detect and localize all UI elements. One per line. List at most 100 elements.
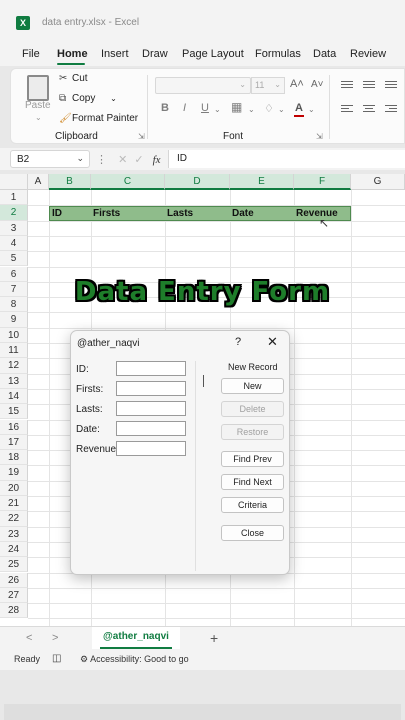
row-header-14[interactable]: 14 [0, 388, 28, 405]
borders-icon[interactable]: ▦ [231, 100, 242, 114]
tab-draw[interactable]: Draw [142, 48, 168, 60]
cut-label: Cut [72, 73, 88, 84]
row-header-24[interactable]: 24 [0, 541, 28, 558]
font-color-swatch [294, 115, 304, 117]
font-size-dropdown[interactable]: 11 ⌄ [251, 77, 285, 94]
row-header-19[interactable]: 19 [0, 465, 28, 481]
sheet-tab-active[interactable]: @ather_naqvi [92, 627, 180, 649]
header-cell-firsts[interactable]: Firsts [93, 208, 120, 219]
close-button[interactable]: Close [221, 525, 284, 541]
row-header-12[interactable]: 12 [0, 358, 28, 374]
row-header-26[interactable]: 26 [0, 572, 28, 588]
tab-insert[interactable]: Insert [101, 48, 129, 60]
chevron-down-icon[interactable]: ⌄ [248, 105, 255, 114]
delete-button[interactable]: Delete [221, 401, 284, 417]
row-header-4[interactable]: 4 [0, 235, 28, 252]
header-cell-date[interactable]: Date [232, 208, 254, 219]
copy-button[interactable]: ⧉ Copy ⌄ [59, 93, 117, 104]
row-header-3[interactable]: 3 [0, 220, 28, 236]
column-header-g[interactable]: G [351, 174, 405, 190]
column-header-e[interactable]: E [230, 174, 294, 190]
help-button[interactable]: ? [235, 336, 241, 348]
tab-home[interactable]: Home [57, 48, 88, 60]
chevron-down-icon[interactable]: ⌄ [76, 153, 84, 164]
row-header-5[interactable]: 5 [0, 251, 28, 267]
criteria-button[interactable]: Criteria [221, 497, 284, 513]
next-sheet-icon[interactable]: > [52, 632, 58, 644]
row-header-16[interactable]: 16 [0, 419, 28, 435]
format-painter-button[interactable]: 🖌Format Painter [59, 113, 138, 124]
bold-button[interactable]: B [161, 102, 169, 114]
tab-file[interactable]: File [22, 48, 40, 60]
italic-button[interactable]: I [183, 102, 186, 114]
cancel-icon[interactable]: ✕ [118, 154, 127, 166]
tab-data[interactable]: Data [313, 48, 336, 60]
prev-sheet-icon[interactable]: < [26, 632, 32, 644]
row-header-23[interactable]: 23 [0, 526, 28, 542]
row-header-2[interactable]: 2 [0, 205, 28, 221]
record-scrollbar[interactable] [203, 375, 204, 387]
chevron-down-icon[interactable]: ⌄ [35, 113, 42, 122]
cut-button[interactable]: ✂ Cut [59, 73, 88, 84]
formula-input[interactable]: ID [168, 150, 405, 168]
column-header-f[interactable]: F [294, 174, 351, 190]
row-header-28[interactable]: 28 [0, 603, 28, 619]
grow-font-button[interactable]: A˄ [290, 78, 304, 90]
font-color-button[interactable]: A [295, 102, 303, 114]
tab-formulas[interactable]: Formulas [255, 48, 301, 60]
row-header-15[interactable]: 15 [0, 404, 28, 420]
column-header-b[interactable]: B [49, 174, 91, 190]
field-input-date[interactable] [116, 421, 186, 436]
row-header-21[interactable]: 21 [0, 496, 28, 512]
find-next-button[interactable]: Find Next [221, 474, 284, 490]
find-prev-button[interactable]: Find Prev [221, 451, 284, 467]
row-header-11[interactable]: 11 [0, 343, 28, 359]
field-input-lasts[interactable] [116, 401, 186, 416]
field-input-id[interactable] [116, 361, 186, 376]
row-header-13[interactable]: 13 [0, 373, 28, 389]
accessibility-status[interactable]: ⚙ Accessibility: Good to go [80, 654, 189, 665]
row-header-1[interactable]: 1 [0, 190, 28, 206]
sheet-tab-bar: < > @ather_naqvi + [0, 626, 405, 650]
shrink-font-button[interactable]: A˅ [311, 79, 324, 90]
field-input-firsts[interactable] [116, 381, 186, 396]
fill-color-icon[interactable]: ♢ [264, 102, 274, 115]
header-cell-lasts[interactable]: Lasts [167, 208, 193, 219]
row-header-10[interactable]: 10 [0, 327, 28, 343]
add-sheet-button[interactable]: + [210, 630, 218, 646]
row-header-20[interactable]: 20 [0, 480, 28, 496]
new-button[interactable]: New [221, 378, 284, 394]
tab-review[interactable]: Review [350, 48, 386, 60]
row-header-25[interactable]: 25 [0, 557, 28, 573]
chevron-down-icon[interactable]: ⌄ [214, 105, 221, 114]
header-cell-revenue[interactable]: Revenue [296, 208, 338, 219]
field-input-revenue[interactable] [116, 441, 186, 456]
more-icon[interactable]: ⋮ [96, 154, 107, 166]
chevron-down-icon[interactable]: ⌄ [308, 105, 315, 114]
column-header-d[interactable]: D [165, 174, 230, 190]
paste-button[interactable]: Paste [25, 100, 51, 111]
select-all-button[interactable] [0, 174, 28, 190]
row-header-9[interactable]: 9 [0, 312, 28, 328]
tab-page-layout[interactable]: Page Layout [182, 48, 244, 60]
dialog-launcher-icon[interactable]: ⇲ [316, 132, 323, 141]
dialog-launcher-icon[interactable]: ⇲ [138, 132, 145, 141]
row-header-22[interactable]: 22 [0, 511, 28, 527]
chevron-down-icon[interactable]: ⌄ [110, 94, 117, 103]
column-header-c[interactable]: C [91, 174, 165, 190]
column-header-a[interactable]: A [28, 174, 49, 190]
dialog-close-icon[interactable]: ✕ [267, 334, 278, 350]
restore-button[interactable]: Restore [221, 424, 284, 440]
row-header-17[interactable]: 17 [0, 434, 28, 451]
chevron-down-icon[interactable]: ⌄ [278, 105, 285, 114]
header-cell-id[interactable]: ID [52, 208, 62, 219]
enter-icon[interactable]: ✓ [134, 154, 143, 166]
macro-recorder-icon[interactable]: ◫ [52, 653, 61, 664]
insert-function-button[interactable]: fx [153, 154, 161, 166]
font-name-dropdown[interactable]: ⌄ [155, 77, 251, 94]
name-box[interactable]: B2 ⌄ [10, 150, 90, 168]
row-header-27[interactable]: 27 [0, 587, 28, 604]
formula-tools: ⋮ ✕ ✓ fx [96, 153, 161, 166]
row-header-18[interactable]: 18 [0, 450, 28, 466]
underline-button[interactable]: U [201, 102, 209, 114]
